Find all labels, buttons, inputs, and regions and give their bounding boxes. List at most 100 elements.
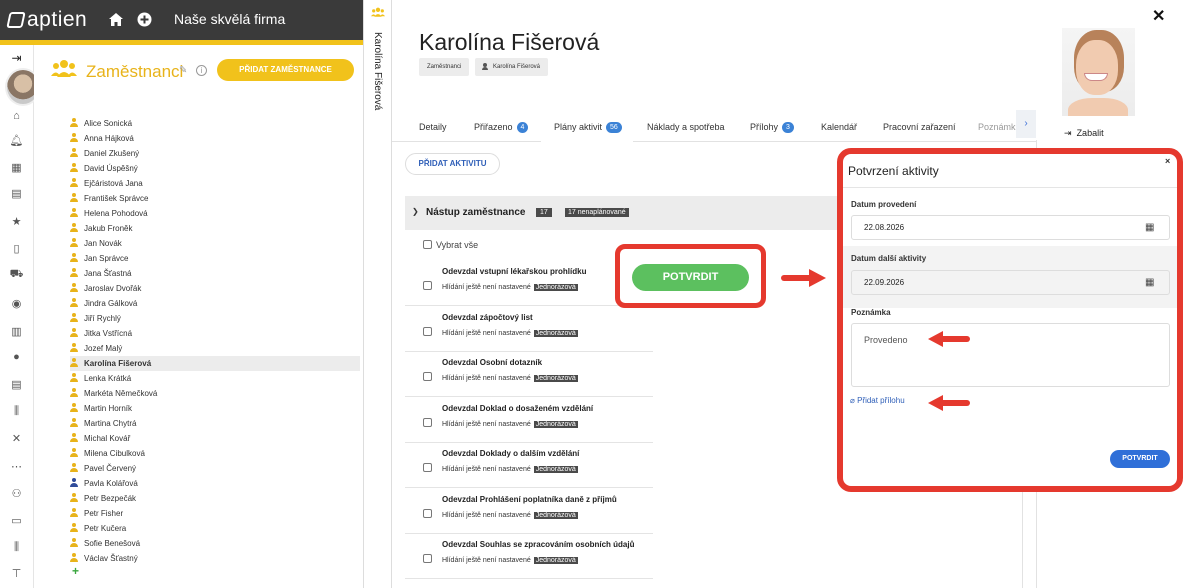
employee-list-item[interactable]: Jan Novák xyxy=(70,236,360,251)
employee-list-item[interactable]: Martin Horník xyxy=(70,401,360,416)
note-textarea[interactable]: Provedeno xyxy=(851,323,1170,387)
employee-list-item[interactable]: Ejčáristová Jana xyxy=(70,176,360,191)
next-date-field[interactable]: 22.09.2026 xyxy=(851,270,1170,295)
tab-attachments[interactable]: Přílohy 3 xyxy=(750,122,794,133)
employee-list-item[interactable]: Petr Bezpečák xyxy=(70,491,360,506)
expand-arrow-icon[interactable]: ⇥ xyxy=(10,51,23,65)
employee-list-item[interactable]: Pavla Kolářová xyxy=(70,476,360,491)
employee-list-item[interactable]: Jozef Malý xyxy=(70,341,360,356)
calendar-icon[interactable]: ▦ xyxy=(1145,222,1154,233)
task-checkbox[interactable] xyxy=(423,554,432,563)
task-checkbox[interactable] xyxy=(423,463,432,472)
employee-list-item[interactable]: Jana Šťastná xyxy=(70,266,360,281)
vertical-tab-strip: Karolína Fišerová xyxy=(363,0,392,588)
breadcrumb-employees[interactable]: Zaměstnanci xyxy=(419,58,470,76)
employee-list-item[interactable]: Anna Hájková xyxy=(70,131,360,146)
library-icon[interactable]: ⫼ xyxy=(10,405,23,417)
date-field[interactable]: 22.08.2026 xyxy=(851,215,1170,240)
edit-icon[interactable]: ✎ xyxy=(179,65,187,76)
tab-notes[interactable]: Poznámk xyxy=(978,122,1016,132)
grid-icon[interactable]: ⋯ xyxy=(10,460,23,473)
library-books-icon[interactable]: ⫼ xyxy=(10,541,23,553)
person-icon xyxy=(70,508,78,517)
task-row[interactable]: Odevzdal zápočtový list Hlídání ještě nen… xyxy=(405,306,653,352)
task-row[interactable]: Odevzdal Osobní dotazník Hlídání ještě ne… xyxy=(405,351,653,397)
list-icon[interactable]: ▤ xyxy=(10,378,23,391)
clipboard-icon[interactable]: ▤ xyxy=(10,187,23,200)
employee-list-item[interactable]: Jiří Rychlý xyxy=(70,311,360,326)
tools-icon[interactable]: ✕ xyxy=(10,432,23,445)
calendar-icon[interactable]: ▦ xyxy=(10,161,23,174)
employee-list-item[interactable]: Michal Kovář xyxy=(70,431,360,446)
cart-icon[interactable]: ⛟ xyxy=(10,268,24,281)
org-chart-icon[interactable]: ⊤ xyxy=(10,567,23,580)
task-row[interactable]: Odevzdal Doklady o dalším vzdělání Hlídán… xyxy=(405,442,653,488)
app-logo[interactable]: aptien xyxy=(6,8,87,32)
breadcrumb-person[interactable]: Karolína Fišerová xyxy=(475,58,549,76)
home-icon[interactable]: ⌂ xyxy=(10,110,23,122)
employee-list-item[interactable]: Milena Cibulková xyxy=(70,446,360,461)
close-icon[interactable]: ✕ xyxy=(1152,6,1165,26)
employee-list-item[interactable]: Markéta Němečková xyxy=(70,386,360,401)
task-row[interactable]: Odevzdal Doklad o dosaženém vzdělání Hlíd… xyxy=(405,397,653,443)
task-checkbox[interactable] xyxy=(423,372,432,381)
collapse-button[interactable]: ⇥ Zabalit xyxy=(1064,128,1104,139)
tabs-scroll-right-icon[interactable]: › xyxy=(1016,110,1036,138)
check-circle-icon[interactable]: ◉ xyxy=(10,297,23,310)
tab-activity-plans[interactable]: Plány aktivit 56 xyxy=(554,122,622,133)
employee-list-item[interactable]: Jaroslav Dvořák xyxy=(70,281,360,296)
add-employee-button[interactable]: PŘIDAT ZAMĚSTNANCE xyxy=(217,59,354,81)
tab-costs[interactable]: Náklady a spotřeba xyxy=(647,122,725,132)
task-checkbox[interactable] xyxy=(423,281,432,290)
add-circle-icon[interactable] xyxy=(137,12,152,27)
employee-list-item[interactable]: Alice Sonická xyxy=(70,116,360,131)
employee-list-item[interactable]: Lenka Krátká xyxy=(70,371,360,386)
home-icon[interactable] xyxy=(108,12,124,27)
info-icon[interactable]: i xyxy=(196,65,207,76)
tab-assigned[interactable]: Přiřazeno 4 xyxy=(474,122,529,133)
select-all-checkbox[interactable] xyxy=(423,240,432,249)
employee-list-item[interactable]: Jitka Vstřícná xyxy=(70,326,360,341)
modal-close-icon[interactable]: × xyxy=(1165,156,1170,166)
employee-list-item[interactable]: František Správce xyxy=(70,191,360,206)
document-icon[interactable]: ▯ xyxy=(10,242,23,255)
employee-list-item[interactable]: Petr Kučera xyxy=(70,521,360,536)
task-row[interactable]: Odevzdal Prohlášení poplatníka daně z př… xyxy=(405,488,653,534)
tab-job-positions[interactable]: Pracovní zařazení xyxy=(883,122,956,132)
add-icon[interactable]: + xyxy=(72,564,79,578)
employee-list-item[interactable]: Jindra Gálková xyxy=(70,296,360,311)
add-attachment-link[interactable]: ⌀ Přidat přílohu xyxy=(850,396,905,405)
section-chevron-icon[interactable]: ❯ xyxy=(412,207,419,216)
employee-list-item[interactable]: Daniel Zkušený xyxy=(70,146,360,161)
employee-list-item[interactable]: Václav Šťastný xyxy=(70,551,360,566)
calendar-icon[interactable]: ▦ xyxy=(1145,277,1154,288)
task-checkbox[interactable] xyxy=(423,417,432,427)
vertical-employee-label[interactable]: Karolína Fišerová xyxy=(372,32,383,110)
employee-list-item[interactable]: Karolína Fišerová xyxy=(70,356,360,371)
bell-icon[interactable]: 🔔︎ xyxy=(10,134,24,147)
employee-list-item[interactable]: David Úspěšný xyxy=(70,161,360,176)
task-checkbox[interactable] xyxy=(423,508,432,518)
employee-list-item[interactable]: Martina Chytrá xyxy=(70,416,360,431)
company-name[interactable]: Naše skvělá firma xyxy=(174,11,285,27)
employee-list-item[interactable]: Helena Pohodová xyxy=(70,206,360,221)
modal-confirm-button[interactable]: POTVRDIT xyxy=(1110,450,1170,468)
employee-list-item[interactable]: Jan Správce xyxy=(70,251,360,266)
book-icon[interactable]: ▭ xyxy=(10,514,23,527)
employee-list-item[interactable]: Sofie Benešová xyxy=(70,536,360,551)
employee-list-item[interactable]: Pavel Červený xyxy=(70,461,360,476)
add-activity-button[interactable]: PŘIDAT AKTIVITU xyxy=(405,153,500,175)
employee-list-item[interactable]: Petr Fisher xyxy=(70,506,360,521)
task-row[interactable]: Odevzdal Souhlas se zpracováním osobních… xyxy=(405,533,653,579)
employee-list-item[interactable]: Jakub Froněk xyxy=(70,221,360,236)
person-icon xyxy=(70,433,78,442)
report-icon[interactable]: ▥ xyxy=(10,325,23,338)
tab-details[interactable]: Detaily xyxy=(419,122,447,132)
confirm-activity-button[interactable]: POTVRDIT xyxy=(632,264,749,291)
employee-name: Jaroslav Dvořák xyxy=(84,284,142,293)
tab-calendar[interactable]: Kalendář xyxy=(821,122,857,132)
person-icon[interactable]: ● xyxy=(10,351,23,363)
star-icon[interactable]: ★ xyxy=(10,215,23,228)
people-icon[interactable]: ⚇ xyxy=(10,487,23,500)
task-checkbox[interactable] xyxy=(423,326,432,336)
